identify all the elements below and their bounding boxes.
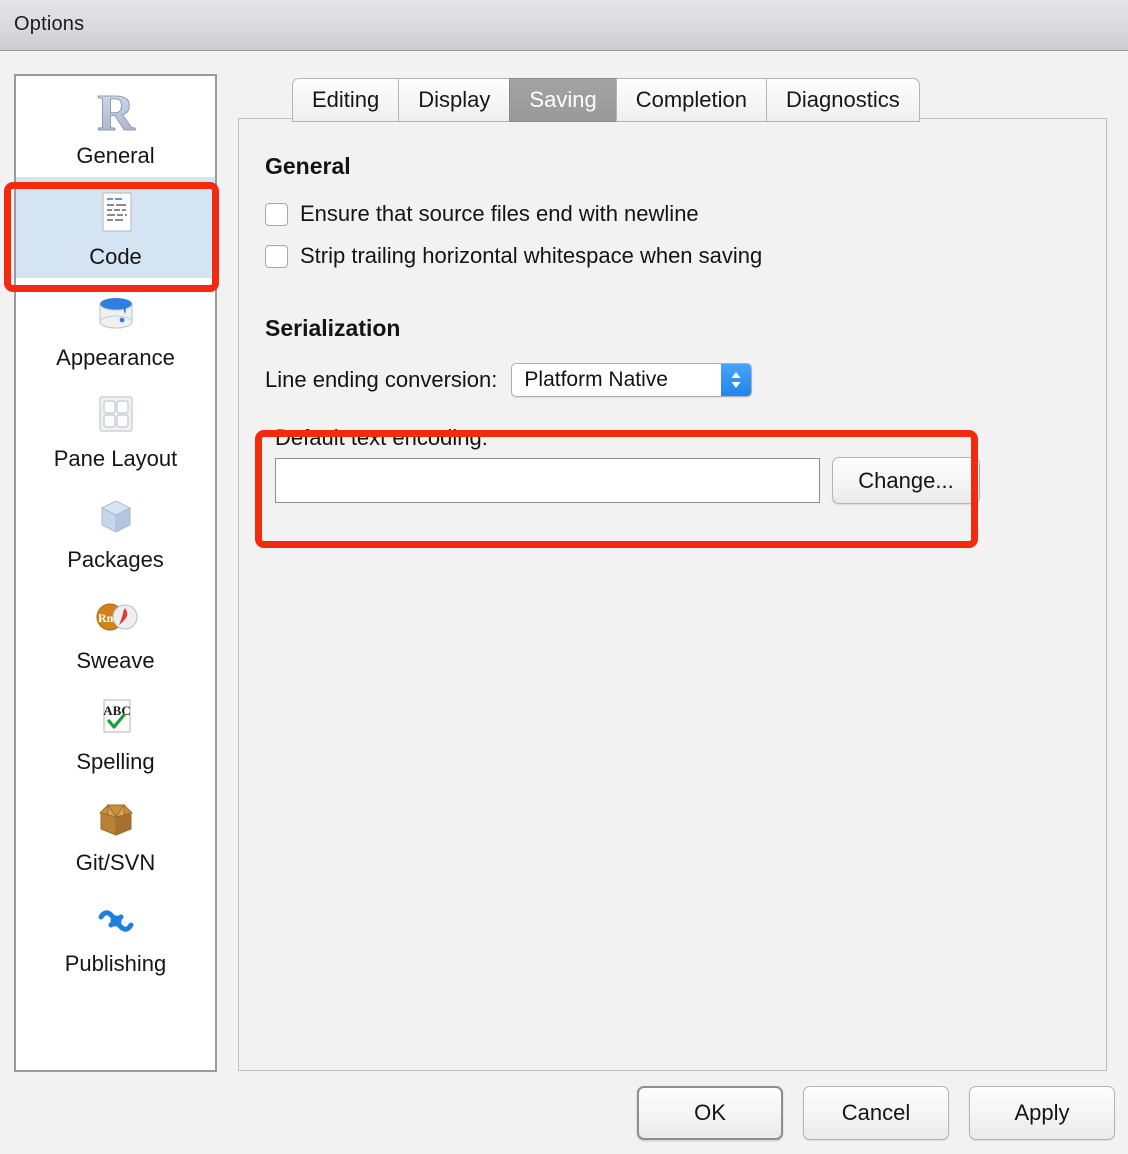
tab-bar[interactable]: Editing Display Saving Completion Diagno… <box>292 78 920 122</box>
abc-check-icon: ABC <box>16 689 215 747</box>
cancel-button-wrap: Cancel <box>803 1086 949 1140</box>
publish-sync-icon <box>16 891 215 949</box>
sidebar-item-label: Code <box>16 244 215 270</box>
chevron-updown-icon[interactable] <box>721 364 751 396</box>
cancel-button[interactable]: Cancel <box>803 1086 949 1140</box>
strip-whitespace-label: Strip trailing horizontal whitespace whe… <box>300 243 762 269</box>
default-encoding-label: Default text encoding: <box>275 425 1070 451</box>
sidebar-item-code[interactable]: Code <box>16 177 215 278</box>
sidebar-item-label: Git/SVN <box>16 850 215 876</box>
tab-diagnostics[interactable]: Diagnostics <box>766 78 920 122</box>
ok-button-wrap: OK <box>637 1086 783 1140</box>
ok-button[interactable]: OK <box>637 1086 783 1140</box>
sidebar-item-label: Pane Layout <box>16 446 215 472</box>
checkbox-row-newline[interactable]: Ensure that source files end with newlin… <box>265 201 1080 227</box>
change-encoding-button[interactable]: Change... <box>832 457 980 504</box>
svg-text:ABC: ABC <box>103 703 130 718</box>
open-box-icon <box>16 790 215 848</box>
general-section-heading: General <box>265 153 1080 180</box>
saving-tab-panel: General Ensure that source files end wit… <box>238 118 1107 1071</box>
tab-display[interactable]: Display <box>398 78 509 122</box>
sidebar-item-label: General <box>16 143 215 169</box>
dialog-titlebar: Options <box>0 0 1128 51</box>
sidebar-item-git-svn[interactable]: Git/SVN <box>16 783 215 884</box>
saving-settings-content: General Ensure that source files end wit… <box>239 119 1106 1070</box>
tab-completion[interactable]: Completion <box>616 78 766 122</box>
default-encoding-input[interactable] <box>275 458 820 503</box>
line-ending-value: Platform Native <box>512 368 708 392</box>
sidebar-item-appearance[interactable]: Appearance <box>16 278 215 379</box>
checkbox-row-strip-whitespace[interactable]: Strip trailing horizontal whitespace whe… <box>265 243 1080 269</box>
sidebar-item-label: Spelling <box>16 749 215 775</box>
tab-editing[interactable]: Editing <box>292 78 398 122</box>
line-ending-row: Line ending conversion: Platform Native <box>265 363 1080 397</box>
apply-button[interactable]: Apply <box>969 1086 1115 1140</box>
paint-can-icon <box>16 285 215 343</box>
default-encoding-group: Default text encoding: Change... <box>265 417 1080 514</box>
default-encoding-row: Change... <box>275 457 1070 504</box>
dialog-title: Options <box>14 13 84 36</box>
r-logo-icon: R <box>16 83 215 141</box>
tab-saving[interactable]: Saving <box>509 78 615 122</box>
sidebar-item-sweave[interactable]: Rnw Sweave <box>16 581 215 682</box>
svg-text:R: R <box>97 85 136 140</box>
sidebar-item-label: Sweave <box>16 648 215 674</box>
code-document-icon <box>16 184 215 242</box>
serialization-section-heading: Serialization <box>265 315 1080 342</box>
sidebar-item-label: Publishing <box>16 951 215 977</box>
rnw-pdf-icon: Rnw <box>16 588 215 646</box>
sidebar-item-spelling[interactable]: ABC Spelling <box>16 682 215 783</box>
options-dialog: Options R General <box>0 0 1128 1154</box>
sidebar-item-pane-layout[interactable]: Pane Layout <box>16 379 215 480</box>
strip-whitespace-checkbox[interactable] <box>265 245 288 268</box>
category-sidebar[interactable]: R General <box>14 74 217 1072</box>
ensure-newline-label: Ensure that source files end with newlin… <box>300 201 699 227</box>
grid-panes-icon <box>16 386 215 444</box>
sidebar-item-label: Packages <box>16 547 215 573</box>
ensure-newline-checkbox[interactable] <box>265 203 288 226</box>
line-ending-select[interactable]: Platform Native <box>511 363 752 397</box>
sidebar-item-general[interactable]: R General <box>16 76 215 177</box>
sidebar-item-publishing[interactable]: Publishing <box>16 884 215 985</box>
blue-box-icon <box>16 487 215 545</box>
sidebar-item-packages[interactable]: Packages <box>16 480 215 581</box>
line-ending-label: Line ending conversion: <box>265 367 497 393</box>
dialog-footer: OK Cancel Apply <box>0 1086 1128 1154</box>
apply-button-wrap: Apply <box>969 1086 1115 1140</box>
sidebar-item-label: Appearance <box>16 345 215 371</box>
